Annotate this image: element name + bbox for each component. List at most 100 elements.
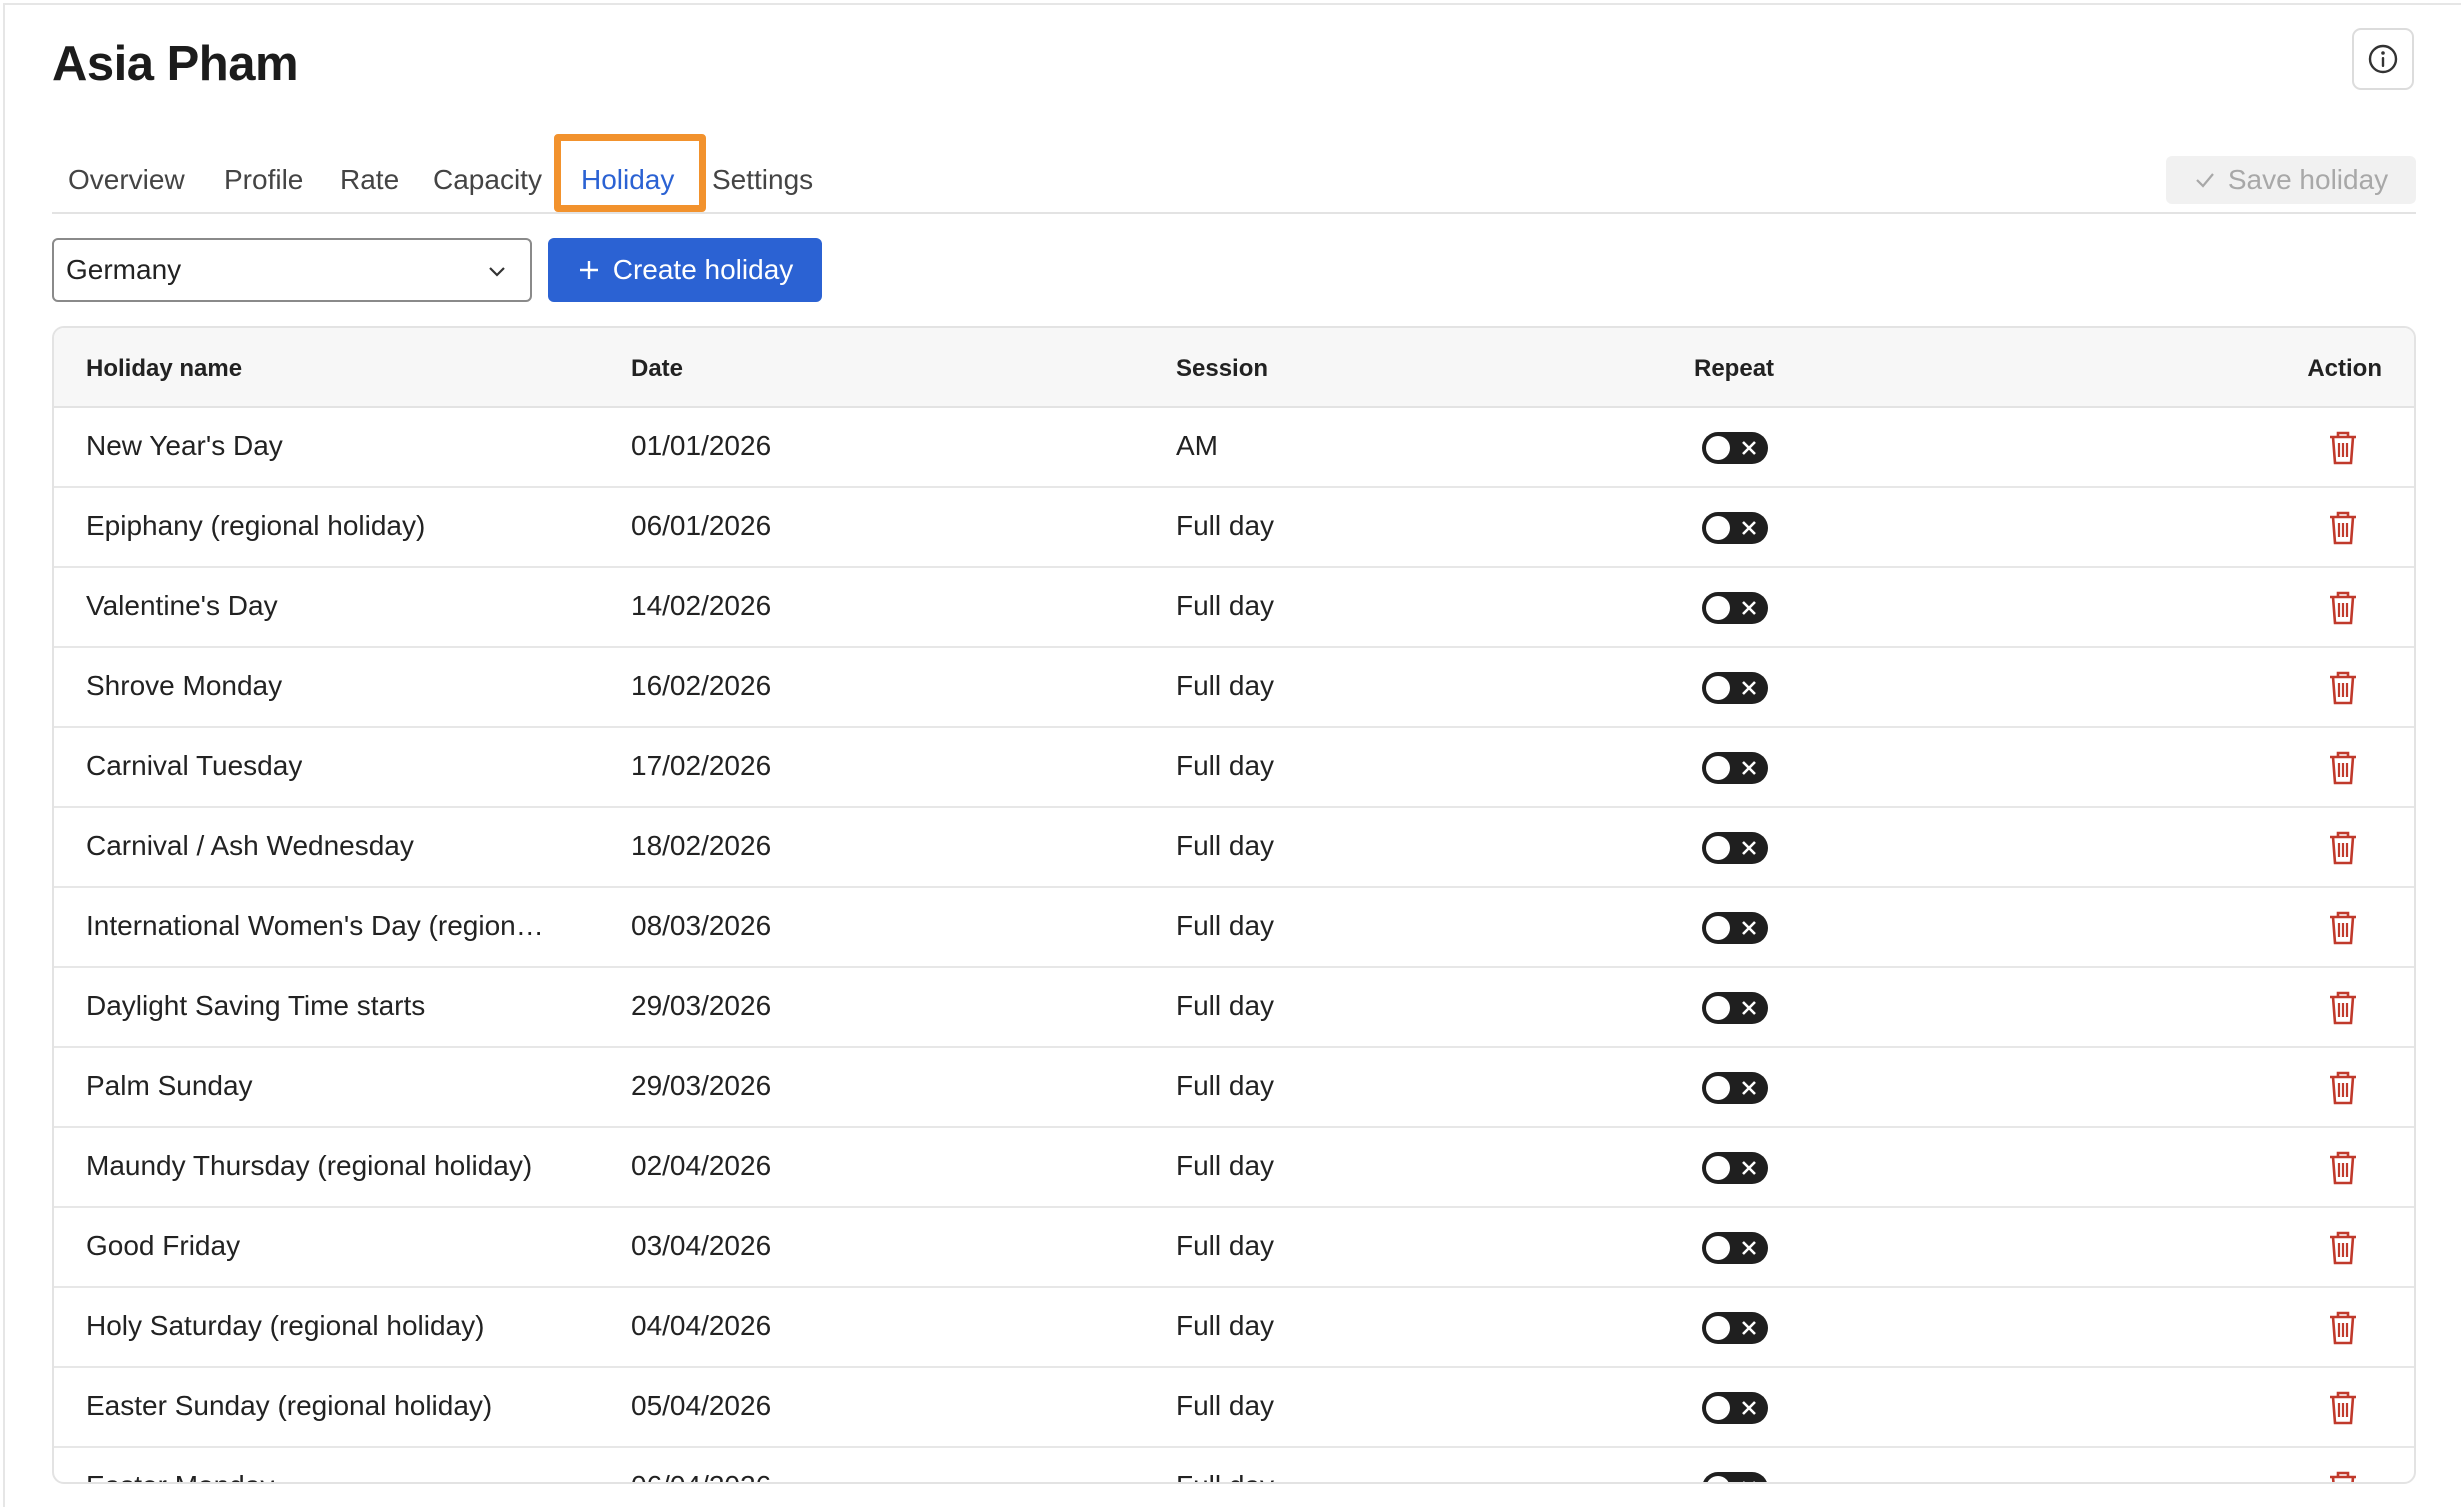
save-holiday-label: Save holiday [2227, 164, 2389, 195]
repeat-toggle[interactable] [1702, 1472, 1768, 1482]
close-icon [1742, 681, 1756, 695]
holiday-session-cell: Full day [1176, 830, 1275, 861]
holiday-session-cell: Full day [1176, 1310, 1275, 1341]
trash-icon[interactable] [2328, 590, 2358, 626]
table-row: Good Friday 03/04/2026 Full day [54, 1208, 2414, 1288]
holiday-name-cell: Epiphany (regional holiday) [86, 510, 426, 541]
toggle-knob [1706, 516, 1730, 540]
toggle-knob [1706, 836, 1730, 860]
close-icon [1742, 1321, 1756, 1335]
table-row: New Year's Day 01/01/2026 AM [54, 408, 2414, 488]
holiday-table: Holiday name Date Session Repeat Action … [52, 326, 2416, 1484]
close-icon [1742, 521, 1756, 535]
table-header: Holiday name Date Session Repeat Action [54, 328, 2414, 408]
holiday-name-cell: Daylight Saving Time starts [86, 990, 426, 1021]
holiday-session-cell: Full day [1176, 910, 1275, 941]
table-row: Maundy Thursday (regional holiday) 02/04… [54, 1128, 2414, 1208]
tab-holiday[interactable]: Holiday [581, 164, 674, 196]
page-title: Asia Pham [52, 37, 299, 91]
trash-icon[interactable] [2328, 1310, 2358, 1346]
holiday-session-cell: Full day [1176, 1390, 1275, 1421]
holiday-session-cell: Full day [1176, 1070, 1275, 1101]
trash-icon[interactable] [2328, 1070, 2358, 1106]
tab-rate[interactable]: Rate [340, 164, 399, 196]
repeat-toggle[interactable] [1702, 1312, 1768, 1344]
tab-settings[interactable]: Settings [712, 164, 813, 196]
table-row: Carnival / Ash Wednesday 18/02/2026 Full… [54, 808, 2414, 888]
repeat-toggle[interactable] [1702, 992, 1768, 1024]
toggle-knob [1706, 676, 1730, 700]
repeat-toggle[interactable] [1702, 1072, 1768, 1104]
holiday-name-cell: Holy Saturday (regional holiday) [86, 1310, 485, 1341]
repeat-toggle[interactable] [1702, 432, 1768, 464]
table-row: Holy Saturday (regional holiday) 04/04/2… [54, 1288, 2414, 1368]
trash-icon[interactable] [2328, 510, 2358, 546]
plus-icon [579, 261, 598, 279]
tab-capacity[interactable]: Capacity [433, 164, 542, 196]
close-icon [1742, 841, 1756, 855]
tab-profile[interactable]: Profile [224, 164, 303, 196]
holiday-name-cell: Carnival / Ash Wednesday [86, 830, 414, 861]
holiday-session-cell: Full day [1176, 750, 1275, 781]
trash-icon[interactable] [2328, 1230, 2358, 1266]
tab-overview[interactable]: Overview [68, 164, 185, 196]
trash-icon[interactable] [2328, 910, 2358, 946]
toggle-knob [1706, 1156, 1730, 1180]
holiday-session-cell: Full day [1176, 1470, 1274, 1482]
trash-icon[interactable] [2328, 750, 2358, 786]
info-button[interactable] [2352, 28, 2414, 90]
create-holiday-button[interactable]: Create holiday [548, 238, 822, 302]
holiday-name-cell: Valentine's Day [86, 590, 278, 621]
toggle-knob [1706, 1236, 1730, 1260]
toggle-knob [1706, 996, 1730, 1020]
close-icon [1742, 441, 1756, 455]
repeat-toggle[interactable] [1702, 672, 1768, 704]
holiday-name-cell: Palm Sunday [86, 1070, 253, 1101]
holiday-date-cell: 06/01/2026 [631, 510, 772, 541]
trash-icon[interactable] [2328, 670, 2358, 706]
holiday-session-cell: Full day [1176, 1150, 1275, 1181]
header-session: Session [1176, 355, 1269, 382]
toggle-knob [1706, 596, 1730, 620]
holiday-name-cell: Good Friday [86, 1230, 241, 1261]
repeat-toggle[interactable] [1702, 1232, 1768, 1264]
repeat-toggle[interactable] [1702, 592, 1768, 624]
repeat-toggle[interactable] [1702, 1392, 1768, 1424]
holiday-session-cell: AM [1176, 430, 1218, 461]
repeat-toggle[interactable] [1702, 1152, 1768, 1184]
trash-icon[interactable] [2328, 990, 2358, 1026]
trash-icon[interactable] [2328, 1470, 2358, 1484]
header-action: Action [2307, 355, 2382, 382]
trash-icon[interactable] [2328, 1390, 2358, 1426]
holiday-date-cell: 29/03/2026 [631, 990, 772, 1021]
close-icon [1742, 1161, 1756, 1175]
table-body: New Year's Day 01/01/2026 AM Epiphany (r… [54, 408, 2414, 1484]
trash-icon[interactable] [2328, 430, 2358, 466]
repeat-toggle[interactable] [1702, 512, 1768, 544]
table-row: Carnival Tuesday 17/02/2026 Full day [54, 728, 2414, 808]
holiday-session-cell: Full day [1176, 990, 1275, 1021]
holiday-session-cell: Full day [1176, 510, 1275, 541]
toggle-knob [1706, 1476, 1730, 1482]
holiday-date-cell: 29/03/2026 [631, 1070, 772, 1101]
holiday-date-cell: 18/02/2026 [631, 830, 772, 861]
save-holiday-button[interactable]: Save holiday [2166, 156, 2416, 204]
repeat-toggle[interactable] [1702, 752, 1768, 784]
country-select[interactable]: Germany [52, 238, 532, 302]
close-icon [1742, 1401, 1756, 1415]
trash-icon[interactable] [2328, 830, 2358, 866]
holiday-name-cell: Shrove Monday [86, 670, 283, 701]
toggle-knob [1706, 1396, 1730, 1420]
holiday-session-cell: Full day [1176, 590, 1275, 621]
holiday-name-cell: New Year's Day [86, 430, 283, 461]
holiday-date-cell: 14/02/2026 [631, 590, 772, 621]
table-row: Epiphany (regional holiday) 06/01/2026 F… [54, 488, 2414, 568]
toggle-knob [1706, 1076, 1730, 1100]
holiday-name-cell: International Women's Day (region… [86, 910, 544, 941]
repeat-toggle[interactable] [1702, 912, 1768, 944]
close-icon [1742, 761, 1756, 775]
repeat-toggle[interactable] [1702, 832, 1768, 864]
holiday-session-cell: Full day [1176, 1230, 1275, 1261]
trash-icon[interactable] [2328, 1150, 2358, 1186]
table-row: Palm Sunday 29/03/2026 Full day [54, 1048, 2414, 1128]
